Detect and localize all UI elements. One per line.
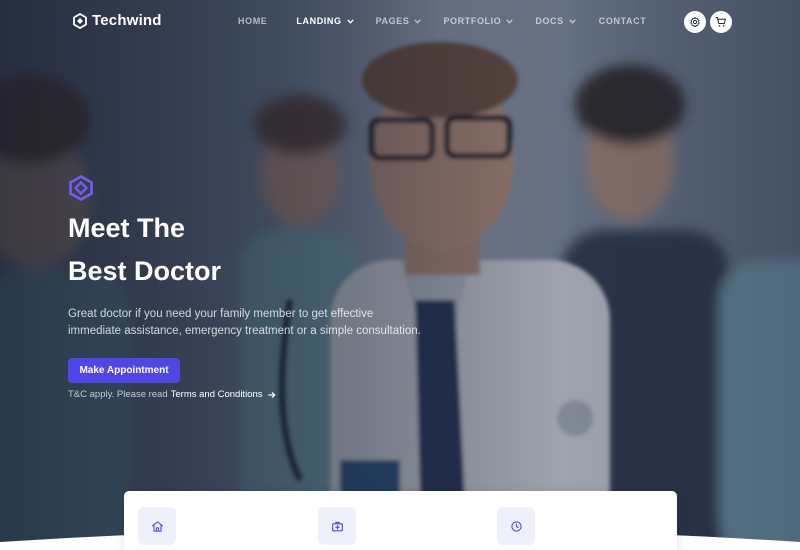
nav-item-docs[interactable]: DOCS	[535, 16, 576, 26]
make-appointment-button[interactable]: Make Appointment	[68, 358, 180, 383]
terms-note: T&C apply. Please read Terms and Conditi…	[68, 389, 276, 400]
techwind-logo-icon	[69, 175, 93, 201]
nav-item-label: DOCS	[535, 16, 564, 26]
techwind-logo-icon	[73, 12, 87, 29]
cart-button[interactable]	[710, 11, 732, 33]
feature-icon-box	[138, 507, 176, 545]
nav-item-label: HOME	[238, 16, 268, 26]
nav-item-landing[interactable]: LANDING	[296, 16, 354, 26]
nav-item-label: LANDING	[296, 16, 342, 26]
brand-logo[interactable]: Techwind	[72, 12, 162, 29]
nav-item-home[interactable]: HOME	[238, 16, 267, 26]
chevron-down-icon	[414, 18, 422, 24]
nav-item-label: PAGES	[375, 16, 410, 26]
home-icon	[151, 520, 163, 532]
settings-button[interactable]	[684, 11, 706, 33]
hero-title-line-1: Meet The	[68, 213, 186, 243]
settings-icon	[690, 16, 700, 28]
nav-item-pages[interactable]: PAGES	[376, 16, 422, 26]
hero-title-line-2: Best Doctor	[68, 256, 222, 286]
nav-item-label: CONTACT	[598, 16, 647, 26]
top-navbar: Techwind HOME LANDING PAGES PORTFOLIO DO…	[0, 0, 800, 44]
nav-item-contact[interactable]: CONTACT	[599, 16, 647, 26]
clock-icon	[510, 520, 522, 532]
nav-item-label: PORTFOLIO	[443, 16, 502, 26]
feature-icon-box	[318, 507, 356, 545]
chevron-down-icon	[346, 18, 354, 24]
medical-kit-icon	[331, 521, 343, 531]
feature-icon-box	[497, 507, 535, 545]
hero-title: Meet The Best Doctor	[68, 207, 468, 293]
cart-icon	[715, 17, 726, 27]
brand-name: Techwind	[92, 12, 162, 29]
terms-and-conditions-link[interactable]: Terms and Conditions	[171, 389, 263, 400]
features-card	[124, 491, 677, 550]
main-menu: HOME LANDING PAGES PORTFOLIO DOCS CONTAC…	[238, 16, 646, 26]
chevron-down-icon	[506, 18, 514, 24]
terms-prefix: T&C apply. Please read	[68, 389, 168, 400]
hero-description: Great doctor if you need your family mem…	[68, 308, 421, 337]
arrow-right-icon	[267, 391, 275, 398]
chevron-down-icon	[569, 18, 576, 24]
nav-item-portfolio[interactable]: PORTFOLIO	[443, 16, 514, 26]
